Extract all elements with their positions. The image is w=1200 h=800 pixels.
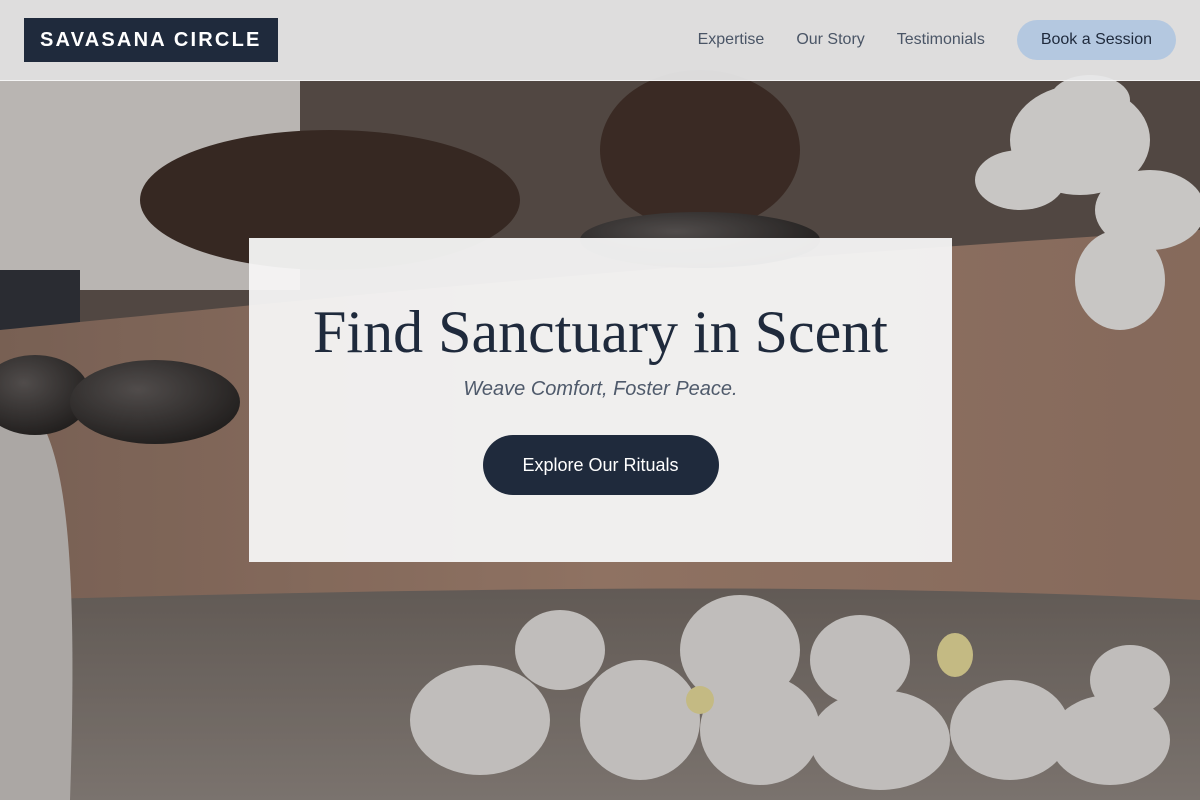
explore-rituals-button[interactable]: Explore Our Rituals: [482, 435, 719, 495]
page: SAVASANA CIRCLE Expertise Our Story Test…: [0, 0, 1200, 800]
book-session-button[interactable]: Book a Session: [1016, 20, 1176, 60]
site-header: SAVASANA CIRCLE Expertise Our Story Test…: [0, 0, 1200, 81]
nav-link-expertise[interactable]: Expertise: [698, 31, 765, 49]
main-nav: Expertise Our Story Testimonials Book a …: [698, 20, 1176, 60]
hero-subtitle: Weave Comfort, Foster Peace.: [463, 378, 738, 400]
nav-link-testimonials[interactable]: Testimonials: [897, 31, 985, 49]
nav-link-our-story[interactable]: Our Story: [796, 31, 864, 49]
hero-title: Find Sanctuary in Scent: [313, 299, 888, 365]
brand-logo[interactable]: SAVASANA CIRCLE: [24, 18, 278, 62]
hero-card: Find Sanctuary in Scent Weave Comfort, F…: [249, 238, 952, 562]
